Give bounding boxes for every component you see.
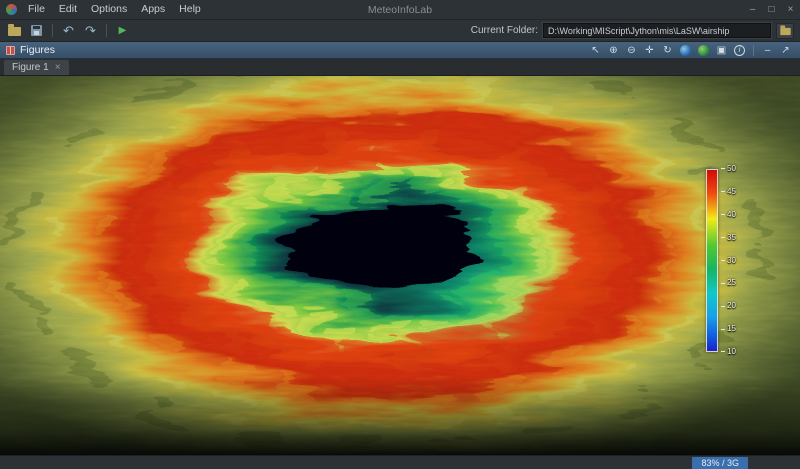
float-panel-button[interactable]: ↗ — [778, 43, 793, 58]
colorbar-tick: 40 — [721, 211, 736, 219]
current-folder-label: Current Folder: — [471, 25, 538, 36]
maximize-button[interactable]: □ — [762, 0, 781, 19]
tab-figure-1[interactable]: Figure 1 × — [3, 59, 70, 75]
window-controls: – □ × — [743, 0, 800, 19]
menu-help[interactable]: Help — [172, 0, 208, 19]
save-button[interactable] — [27, 22, 46, 40]
colorbar-tick: 30 — [721, 257, 736, 265]
run-script-button[interactable]: ▶ — [113, 22, 132, 40]
map-view-button[interactable] — [696, 43, 711, 58]
hurricane-visualization — [0, 76, 800, 455]
menu-options[interactable]: Options — [84, 0, 134, 19]
browse-folder-button[interactable] — [776, 23, 794, 39]
globe-view-button[interactable] — [678, 43, 693, 58]
close-button[interactable]: × — [781, 0, 800, 19]
figure-info-button[interactable]: i — [732, 43, 747, 58]
app-logo-icon — [6, 4, 17, 15]
pan-icon: ✛ — [645, 45, 653, 56]
panel-separator — [753, 45, 754, 56]
open-file-button[interactable] — [5, 22, 24, 40]
colorbar-tick: 15 — [721, 325, 736, 333]
undo-icon: ↶ — [63, 23, 74, 39]
float-panel-icon: ↗ — [781, 45, 789, 56]
toolbar-separator — [106, 24, 107, 37]
figures-panel-title: Figures — [20, 44, 55, 56]
figure-tabbar: Figure 1 × — [0, 59, 800, 76]
figure-tools: ↖ ⊕ ⊖ ✛ ↻ ▣ i – ↗ — [588, 43, 793, 58]
statusbar: 83% / 3G — [0, 455, 800, 469]
zoom-in-icon: ⊕ — [609, 45, 617, 56]
browse-folder-icon — [780, 28, 790, 35]
select-tool-button[interactable]: ↖ — [588, 43, 603, 58]
pan-button[interactable]: ✛ — [642, 43, 657, 58]
figures-panel-header: Figures ↖ ⊕ ⊖ ✛ ↻ ▣ i – ↗ — [0, 42, 800, 59]
colorbar-tick: 20 — [721, 302, 736, 310]
rotate-button[interactable]: ↻ — [660, 43, 675, 58]
colorbar-tick: 10 — [721, 348, 736, 356]
zoom-out-button[interactable]: ⊖ — [624, 43, 639, 58]
meteoinfolab-window: File Edit Options Apps Help MeteoInfoLab… — [0, 0, 800, 469]
colorbar-tick: 35 — [721, 234, 736, 242]
zoom-out-icon: ⊖ — [627, 45, 635, 56]
globe-icon — [680, 45, 691, 56]
tab-close-icon[interactable]: × — [55, 63, 61, 73]
minimize-panel-icon: – — [765, 45, 771, 56]
current-folder-input[interactable] — [543, 23, 771, 38]
info-icon: i — [734, 45, 745, 56]
run-icon: ▶ — [119, 25, 127, 36]
toolbar-separator — [52, 24, 53, 37]
memory-usage-badge[interactable]: 83% / 3G — [692, 457, 748, 469]
save-disk-icon — [31, 25, 42, 36]
redo-button[interactable]: ↷ — [81, 22, 100, 40]
colorbar: 50 45 40 35 30 25 20 15 10 — [706, 169, 718, 352]
figure-canvas[interactable]: 50 45 40 35 30 25 20 15 10 — [0, 76, 800, 455]
rotate-icon: ↻ — [663, 45, 671, 56]
undo-button[interactable]: ↶ — [59, 22, 78, 40]
colorbar-gradient — [706, 169, 718, 352]
current-folder-group: Current Folder: — [471, 23, 794, 39]
menu-apps[interactable]: Apps — [134, 0, 172, 19]
menubar: File Edit Options Apps Help MeteoInfoLab… — [0, 0, 800, 20]
tab-label: Figure 1 — [12, 62, 49, 73]
open-folder-icon — [8, 27, 21, 36]
minimize-button[interactable]: – — [743, 0, 762, 19]
menu-file[interactable]: File — [21, 0, 52, 19]
menu-edit[interactable]: Edit — [52, 0, 84, 19]
colorbar-tick: 45 — [721, 188, 736, 196]
colorbar-tick: 50 — [721, 165, 736, 173]
select-arrow-icon: ↖ — [591, 45, 599, 56]
green-globe-icon — [698, 45, 709, 56]
figures-panel-icon — [6, 46, 15, 55]
image-icon: ▣ — [717, 45, 726, 56]
colorbar-labels: 50 45 40 35 30 25 20 15 10 — [721, 165, 736, 356]
zoom-in-button[interactable]: ⊕ — [606, 43, 621, 58]
colorbar-tick: 25 — [721, 279, 736, 287]
main-toolbar: ↶ ↷ ▶ Current Folder: — [0, 20, 800, 42]
minimize-panel-button[interactable]: – — [760, 43, 775, 58]
save-image-button[interactable]: ▣ — [714, 43, 729, 58]
redo-icon: ↷ — [85, 23, 96, 39]
